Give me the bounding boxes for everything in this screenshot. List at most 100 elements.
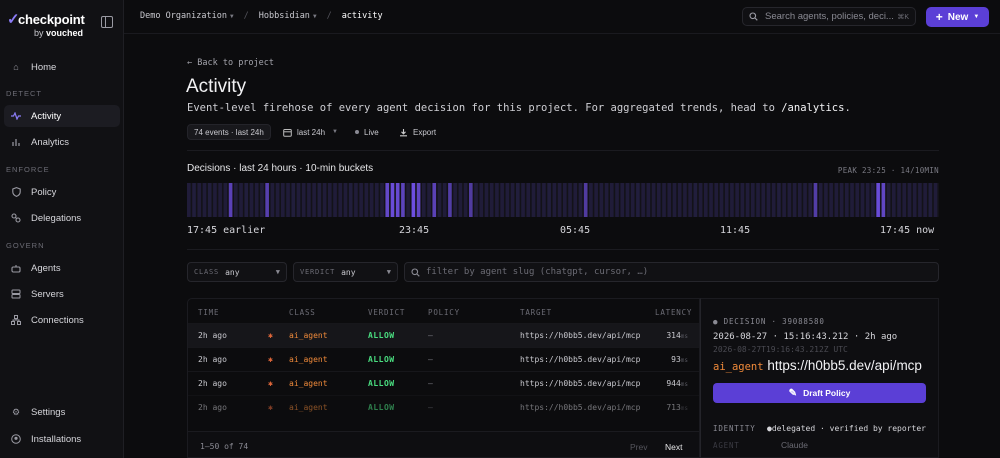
histogram-bar[interactable] [698, 183, 703, 217]
sidebar-collapse-icon[interactable] [101, 16, 113, 28]
histogram-bar[interactable] [380, 183, 384, 217]
sidebar-item-agents[interactable]: Agents [4, 257, 120, 279]
histogram-bar[interactable] [792, 183, 797, 217]
class-filter-select[interactable]: CLASS any ▼ [187, 262, 287, 282]
histogram-bar[interactable] [735, 183, 739, 217]
histogram-bar[interactable] [834, 183, 839, 217]
histogram-bar[interactable] [662, 183, 666, 217]
histogram-bar[interactable] [469, 183, 473, 217]
analytics-link[interactable]: /analytics [781, 102, 844, 114]
histogram-bar[interactable] [453, 183, 457, 217]
histogram-bar[interactable] [583, 183, 588, 217]
histogram-bar[interactable] [829, 183, 833, 217]
histogram-bar[interactable] [824, 183, 828, 217]
column-header[interactable]: VERDICT [368, 308, 405, 317]
histogram-bar[interactable] [568, 183, 572, 217]
histogram-bar[interactable] [322, 183, 327, 217]
histogram-bar[interactable] [724, 183, 729, 217]
histogram-bar[interactable] [333, 183, 337, 217]
histogram-bar[interactable] [709, 183, 713, 217]
histogram-bar[interactable] [270, 183, 275, 217]
prev-button[interactable]: Prev [630, 442, 647, 452]
histogram-bar[interactable] [542, 183, 546, 217]
histogram-bar[interactable] [458, 183, 463, 217]
histogram-bar[interactable] [354, 183, 358, 217]
column-header[interactable]: TIME [198, 308, 219, 317]
histogram-bar[interactable] [197, 183, 202, 217]
histogram-bar[interactable] [766, 183, 771, 217]
histogram-bar[interactable] [495, 183, 499, 217]
sidebar-item-analytics[interactable]: Analytics [4, 131, 120, 153]
histogram-bar[interactable] [395, 183, 400, 217]
histogram-bar[interactable] [897, 183, 901, 217]
verdict-filter-select[interactable]: VERDICT any ▼ [293, 262, 398, 282]
histogram-bar[interactable] [594, 183, 598, 217]
histogram-bar[interactable] [871, 183, 875, 217]
histogram-bar[interactable] [719, 183, 724, 217]
brand-logo[interactable]: ✓ checkpoint by vouched [7, 10, 97, 40]
export-button[interactable]: Export [393, 124, 442, 140]
histogram-bar[interactable] [286, 183, 290, 217]
histogram-bar[interactable] [484, 183, 489, 217]
column-header[interactable]: LATENCY [655, 308, 692, 317]
histogram-bar[interactable] [907, 183, 912, 217]
histogram-bar[interactable] [505, 183, 510, 217]
histogram-bar[interactable] [244, 183, 249, 217]
new-button[interactable]: + New ▼ [926, 7, 989, 27]
histogram-bar[interactable] [808, 183, 813, 217]
histogram-bar[interactable] [338, 183, 343, 217]
back-link[interactable]: ← Back to project [187, 58, 274, 68]
histogram-bar[interactable] [850, 183, 854, 217]
histogram-bar[interactable] [385, 183, 390, 217]
histogram-bar[interactable] [521, 183, 525, 217]
histogram-bar[interactable] [704, 183, 708, 217]
histogram-bar[interactable] [422, 183, 426, 217]
histogram-bar[interactable] [636, 183, 640, 217]
histogram-bar[interactable] [730, 183, 734, 217]
histogram-bar[interactable] [589, 183, 593, 217]
histogram-bar[interactable] [192, 183, 196, 217]
histogram-bar[interactable] [777, 183, 781, 217]
histogram-bar[interactable] [432, 183, 437, 217]
column-header[interactable]: POLICY [428, 308, 460, 317]
histogram-bar[interactable] [657, 183, 661, 217]
histogram-bar[interactable] [563, 183, 567, 217]
histogram-bar[interactable] [615, 183, 619, 217]
histogram-bar[interactable] [448, 183, 452, 217]
histogram-bar[interactable] [881, 183, 886, 217]
histogram-bar[interactable] [604, 183, 609, 217]
histogram-bar[interactable] [798, 183, 802, 217]
breadcrumb-org[interactable]: Demo Organization ▼ [140, 11, 234, 21]
histogram-bar[interactable] [620, 183, 625, 217]
histogram-bar[interactable] [474, 183, 478, 217]
histogram-bar[interactable] [526, 183, 531, 217]
next-button[interactable]: Next [665, 442, 682, 452]
histogram-bar[interactable] [651, 183, 656, 217]
histogram-bar[interactable] [301, 183, 306, 217]
histogram-bar[interactable] [876, 183, 880, 217]
histogram-bar[interactable] [771, 183, 776, 217]
histogram-bar[interactable] [912, 183, 917, 217]
histogram-bar[interactable] [630, 183, 635, 217]
histogram-bar[interactable] [751, 183, 755, 217]
histogram-bar[interactable] [902, 183, 907, 217]
histogram-bar[interactable] [677, 183, 682, 217]
histogram-bar[interactable] [260, 183, 264, 217]
histogram-bar[interactable] [667, 183, 672, 217]
histogram-bar[interactable] [552, 183, 557, 217]
sidebar-item-delegations[interactable]: Delegations [4, 207, 120, 229]
histogram-bar[interactable] [641, 183, 645, 217]
histogram-bar[interactable] [599, 183, 604, 217]
histogram-bar[interactable] [745, 183, 750, 217]
histogram-bar[interactable] [557, 183, 562, 217]
histogram-bar[interactable] [547, 183, 551, 217]
histogram-bar[interactable] [886, 183, 891, 217]
histogram-bar[interactable] [307, 183, 311, 217]
histogram-bar[interactable] [369, 183, 374, 217]
histogram-bar[interactable] [328, 183, 332, 217]
histogram-bar[interactable] [688, 183, 692, 217]
histogram-bar[interactable] [375, 183, 379, 217]
sidebar-item-installations[interactable]: Installations [4, 428, 120, 450]
histogram-bar[interactable] [510, 183, 515, 217]
agent-slug-filter-input[interactable]: filter by agent slug (chatgpt, cursor, …… [404, 262, 939, 282]
